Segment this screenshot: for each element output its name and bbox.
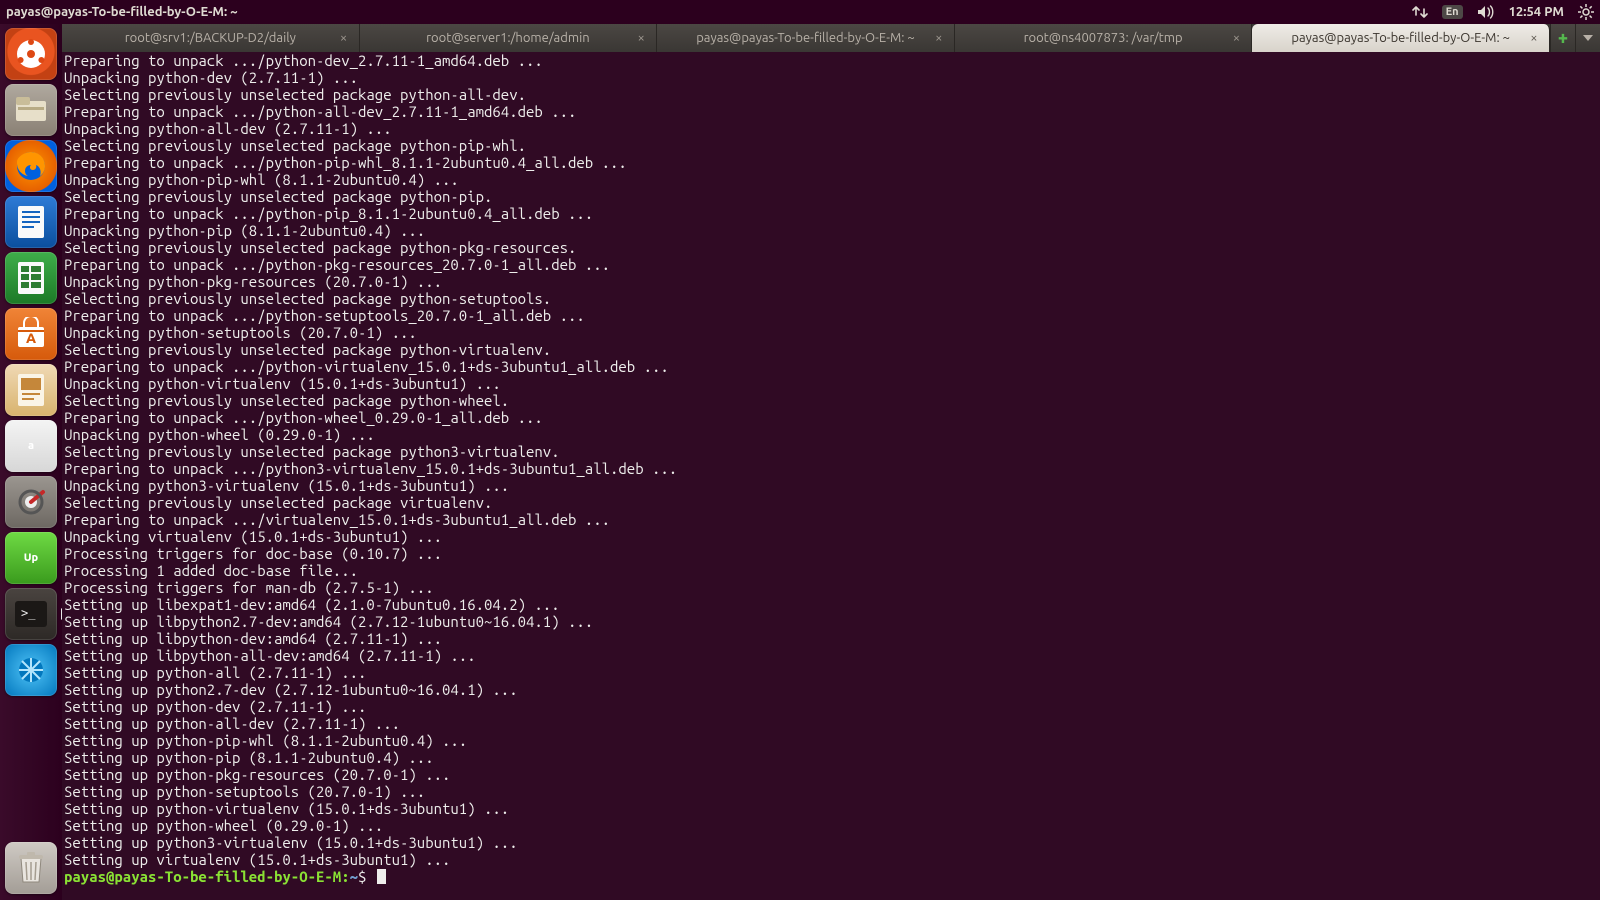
terminal-tabbar: root@srv1:/BACKUP-D2/daily×root@server1:… <box>62 24 1600 52</box>
terminal-line: Setting up libpython-all-dev:amd64 (2.7.… <box>64 647 1598 664</box>
session-gear-icon[interactable] <box>1578 4 1594 20</box>
terminal-line: Unpacking python-wheel (0.29.0-1) ... <box>64 426 1598 443</box>
launcher-writer-icon[interactable] <box>5 196 57 248</box>
terminal-line: Setting up libpython-dev:amd64 (2.7.11-1… <box>64 630 1598 647</box>
terminal-window: root@srv1:/BACKUP-D2/daily×root@server1:… <box>62 24 1600 900</box>
launcher-impress-icon[interactable] <box>5 364 57 416</box>
clock[interactable]: 12:54 PM <box>1509 5 1564 19</box>
terminal-line: Setting up python-dev (2.7.11-1) ... <box>64 698 1598 715</box>
terminal-line: Setting up python-all-dev (2.7.11-1) ... <box>64 715 1598 732</box>
launcher-software-icon[interactable]: A <box>5 308 57 360</box>
terminal-line: Setting up python-all (2.7.11-1) ... <box>64 664 1598 681</box>
terminal-line: Setting up python-virtualenv (15.0.1+ds-… <box>64 800 1598 817</box>
terminal-line: Selecting previously unselected package … <box>64 188 1598 205</box>
terminal-tab[interactable]: root@srv1:/BACKUP-D2/daily × <box>62 24 360 52</box>
terminal-line: Preparing to unpack .../python-wheel_0.2… <box>64 409 1598 426</box>
tab-label: root@server1:/home/admin <box>426 31 590 45</box>
terminal-line: Preparing to unpack .../virtualenv_15.0.… <box>64 511 1598 528</box>
terminal-output[interactable]: Preparing to unpack .../python-dev_2.7.1… <box>62 52 1600 900</box>
terminal-tab[interactable]: payas@payas-To-be-filled-by-O-E-M: ~ × <box>657 24 955 52</box>
tab-close-icon[interactable]: × <box>932 31 946 45</box>
terminal-line: Processing triggers for doc-base (0.10.7… <box>64 545 1598 562</box>
terminal-line: Setting up python-wheel (0.29.0-1) ... <box>64 817 1598 834</box>
terminal-line: Setting up python2.7-dev (2.7.12-1ubuntu… <box>64 681 1598 698</box>
terminal-line: Selecting previously unselected package … <box>64 290 1598 307</box>
tab-menu-button[interactable] <box>1575 24 1600 52</box>
terminal-line: Processing triggers for man-db (2.7.5-1)… <box>64 579 1598 596</box>
terminal-line: Preparing to unpack .../python-pip_8.1.1… <box>64 205 1598 222</box>
terminal-prompt[interactable]: payas@payas-To-be-filled-by-O-E-M:~$ <box>64 868 1598 885</box>
launcher-calc-icon[interactable] <box>5 252 57 304</box>
terminal-line: Selecting previously unselected package … <box>64 392 1598 409</box>
terminal-line: Setting up python-pip (8.1.1-2ubuntu0.4)… <box>64 749 1598 766</box>
terminal-cursor <box>377 869 386 884</box>
terminal-line: Unpacking python-pkg-resources (20.7.0-1… <box>64 273 1598 290</box>
window-title: payas@payas-To-be-filled-by-O-E-M: ~ <box>6 5 238 19</box>
terminal-line: Preparing to unpack .../python-pip-whl_8… <box>64 154 1598 171</box>
terminal-line: Setting up python-pip-whl (8.1.1-2ubuntu… <box>64 732 1598 749</box>
terminal-line: Unpacking python-pip (8.1.1-2ubuntu0.4) … <box>64 222 1598 239</box>
terminal-line: Selecting previously unselected package … <box>64 86 1598 103</box>
terminal-line: Unpacking python3-virtualenv (15.0.1+ds-… <box>64 477 1598 494</box>
tab-label: root@srv1:/BACKUP-D2/daily <box>125 31 296 45</box>
terminal-line: Preparing to unpack .../python-pkg-resou… <box>64 256 1598 273</box>
terminal-line: Processing 1 added doc-base file... <box>64 562 1598 579</box>
terminal-line: Unpacking python-setuptools (20.7.0-1) .… <box>64 324 1598 341</box>
terminal-line: Setting up virtualenv (15.0.1+ds-3ubuntu… <box>64 851 1598 868</box>
terminal-line: Unpacking python-all-dev (2.7.11-1) ... <box>64 120 1598 137</box>
terminal-line: Setting up python-setuptools (20.7.0-1) … <box>64 783 1598 800</box>
tab-close-icon[interactable]: × <box>1229 31 1243 45</box>
launcher-app-icon[interactable] <box>5 644 57 696</box>
terminal-line: Preparing to unpack .../python3-virtuale… <box>64 460 1598 477</box>
terminal-line: Selecting previously unselected package … <box>64 494 1598 511</box>
network-icon[interactable] <box>1412 5 1428 19</box>
launcher-upwork-icon[interactable]: Up <box>5 532 57 584</box>
keyboard-language-indicator[interactable]: En <box>1442 5 1463 19</box>
launcher-files-icon[interactable] <box>5 84 57 136</box>
terminal-line: Unpacking python-virtualenv (15.0.1+ds-3… <box>64 375 1598 392</box>
launcher-settings-icon[interactable] <box>5 476 57 528</box>
tab-close-icon[interactable]: × <box>634 31 648 45</box>
terminal-tab[interactable]: payas@payas-To-be-filled-by-O-E-M: ~ × <box>1252 24 1550 52</box>
indicator-area: En 12:54 PM <box>1412 4 1594 20</box>
terminal-line: Unpacking virtualenv (15.0.1+ds-3ubuntu1… <box>64 528 1598 545</box>
launcher-trash-icon[interactable] <box>5 842 57 894</box>
terminal-line: Preparing to unpack .../python-virtualen… <box>64 358 1598 375</box>
terminal-line: Preparing to unpack .../python-setuptool… <box>64 307 1598 324</box>
top-menubar: payas@payas-To-be-filled-by-O-E-M: ~ En … <box>0 0 1600 24</box>
tab-close-icon[interactable]: × <box>1527 31 1541 45</box>
terminal-tab[interactable]: root@server1:/home/admin × <box>360 24 658 52</box>
svg-text:>_: >_ <box>21 606 36 620</box>
terminal-line: Selecting previously unselected package … <box>64 239 1598 256</box>
terminal-line: Setting up python3-virtualenv (15.0.1+ds… <box>64 834 1598 851</box>
terminal-line: Selecting previously unselected package … <box>64 443 1598 460</box>
terminal-tab[interactable]: root@ns4007873: /var/tmp × <box>955 24 1253 52</box>
terminal-line: Preparing to unpack .../python-all-dev_2… <box>64 103 1598 120</box>
terminal-line: Preparing to unpack .../python-dev_2.7.1… <box>64 52 1598 69</box>
terminal-line: Selecting previously unselected package … <box>64 341 1598 358</box>
terminal-line: Unpacking python-dev (2.7.11-1) ... <box>64 69 1598 86</box>
launcher-dash-icon[interactable] <box>5 28 57 80</box>
tab-label: root@ns4007873: /var/tmp <box>1024 31 1183 45</box>
launcher-terminal-icon[interactable]: >_ <box>5 588 57 640</box>
terminal-line: Setting up libexpat1-dev:amd64 (2.1.0-7u… <box>64 596 1598 613</box>
launcher-amazon-icon[interactable]: a <box>5 420 57 472</box>
launcher-firefox-icon[interactable] <box>5 140 57 192</box>
terminal-line: Setting up libpython2.7-dev:amd64 (2.7.1… <box>64 613 1598 630</box>
unity-launcher: A a Up >_ <box>0 24 62 900</box>
tab-label: payas@payas-To-be-filled-by-O-E-M: ~ <box>1291 31 1510 45</box>
tab-label: payas@payas-To-be-filled-by-O-E-M: ~ <box>696 31 915 45</box>
tab-close-icon[interactable]: × <box>337 31 351 45</box>
new-tab-button[interactable]: + <box>1550 24 1575 52</box>
terminal-line: Setting up python-pkg-resources (20.7.0-… <box>64 766 1598 783</box>
terminal-line: Unpacking python-pip-whl (8.1.1-2ubuntu0… <box>64 171 1598 188</box>
terminal-line: Selecting previously unselected package … <box>64 137 1598 154</box>
svg-text:A: A <box>26 330 36 346</box>
sound-icon[interactable] <box>1477 5 1495 19</box>
